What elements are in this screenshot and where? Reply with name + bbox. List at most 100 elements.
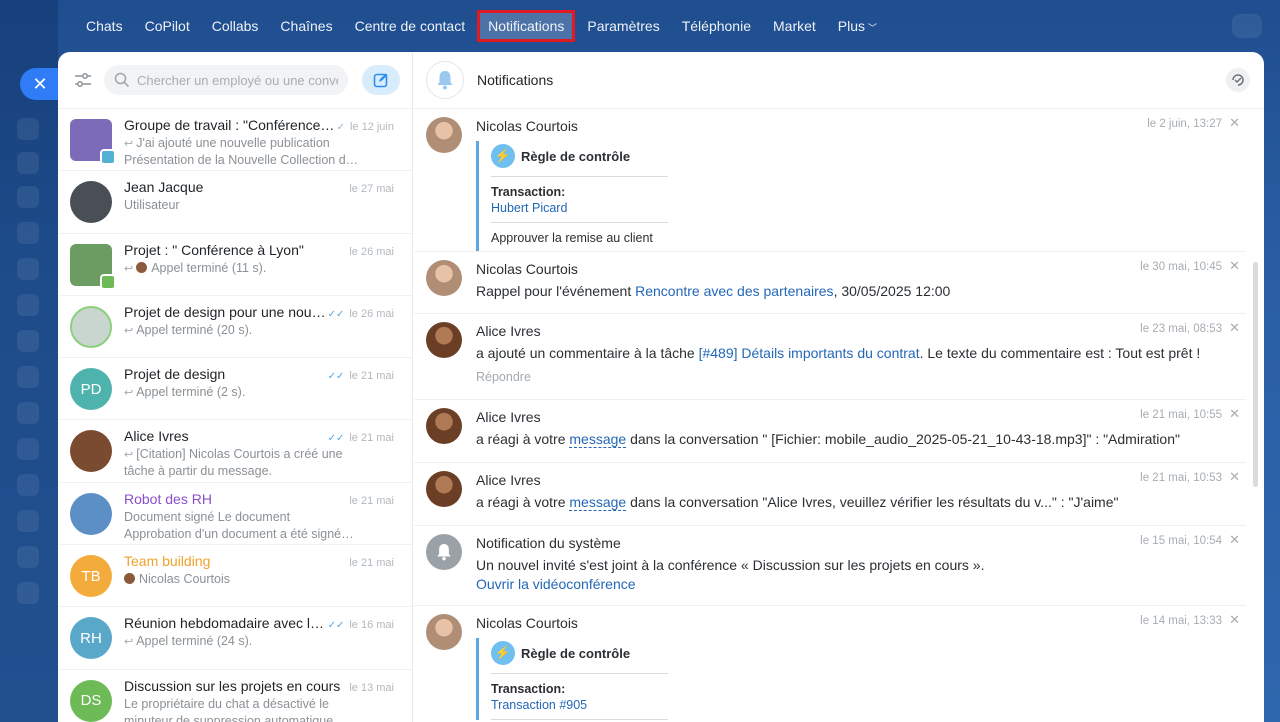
control-rule-block: ⚡ Règle de contrôle Transaction: Hubert Pic… — [476, 141, 668, 251]
dismiss-icon[interactable]: ✕ — [1229, 612, 1240, 628]
chat-name: Jean Jacque — [124, 179, 204, 196]
dismiss-icon[interactable]: ✕ — [1229, 258, 1240, 274]
rail-icon[interactable] — [17, 366, 39, 388]
chat-date: le 26 mai — [349, 307, 394, 320]
chat-name: Réunion hebdomadaire avec le… — [124, 615, 328, 632]
scrollbar[interactable] — [1253, 262, 1258, 487]
chat-date: le 26 mai — [349, 245, 394, 258]
notification-body: Alice Ivres a ajouté un commentaire à la … — [476, 322, 1246, 399]
notification-text: a réagi à votre message dans la conversa… — [476, 430, 1246, 448]
chat-list-item[interactable]: Projet : " Conférence à Lyon" le 26 mai ↩ A… — [58, 234, 412, 296]
notification-link[interactable]: message — [569, 494, 627, 511]
nav-market[interactable]: Market — [763, 13, 826, 39]
notifications-panel: Notifications Nicolas Courtois ⚡ Règle de … — [414, 52, 1264, 722]
reply-icon: ↩ — [124, 387, 134, 400]
read-all-button[interactable] — [1226, 68, 1250, 92]
filter-icon[interactable] — [72, 69, 94, 91]
chat-preview-text: Utilisateur — [124, 198, 180, 213]
chat-preview: ↩ Appel terminé (11 s). — [124, 261, 394, 275]
reply-link[interactable]: Répondre — [476, 370, 1246, 384]
chat-preview: ↩ Appel terminé (20 s). — [124, 323, 394, 337]
chat-preview: ↩ J'ai ajouté une nouvelle publication — [124, 136, 394, 150]
chat-preview-text: Nicolas Courtois — [139, 572, 231, 587]
text-suffix: , 30/05/2025 12:00 — [833, 283, 951, 299]
avatar-initials: DS — [80, 692, 102, 710]
block-title: Règle de contrôle — [521, 645, 631, 661]
notification-link[interactable]: Rencontre avec des partenaires — [635, 283, 833, 299]
dismiss-icon[interactable]: ✕ — [1229, 532, 1240, 548]
notification-body: Nicolas Courtois Rappel pour l'événement … — [476, 260, 1246, 313]
rail-icon[interactable] — [17, 330, 39, 352]
chat-list-item[interactable]: Projet de design pour une nou… ✓✓ le 26 ma… — [58, 296, 412, 359]
close-panel-button[interactable]: ✕ — [20, 68, 58, 100]
chat-preview-text: Appel terminé (24 s). — [136, 634, 253, 649]
chat-preview: Utilisateur — [124, 198, 394, 212]
avatar — [426, 117, 462, 153]
rail-icon[interactable] — [17, 118, 39, 140]
chat-list-item[interactable]: Robot des RH le 21 mai Document signé Le d… — [58, 483, 412, 546]
notification-item: Alice Ivres a réagi à votre message dans … — [414, 400, 1246, 463]
compose-button[interactable] — [362, 65, 400, 95]
rule-icon: ⚡ — [491, 641, 515, 665]
rail-icon[interactable] — [17, 186, 39, 208]
dismiss-icon[interactable]: ✕ — [1229, 320, 1240, 336]
chat-preview-text: Approbation d'un document a été signé… — [124, 526, 354, 541]
block-header: ⚡ Règle de contrôle — [491, 638, 668, 674]
chat-preview-text: Document signé Le document — [124, 509, 291, 524]
open-videoconference-link[interactable]: Ouvrir la vidéoconférence — [476, 575, 1246, 593]
text-suffix: dans la conversation "Alice Ivres, veuil… — [626, 494, 1119, 510]
nav-contact-center[interactable]: Centre de contact — [345, 13, 476, 39]
chat-list-item[interactable]: TB Team building le 21 mai Nicolas Courtois — [58, 545, 412, 608]
rail-icon[interactable] — [17, 510, 39, 532]
rail-icon[interactable] — [17, 582, 39, 604]
rail-icon[interactable] — [17, 258, 39, 280]
nav-collabs[interactable]: Collabs — [202, 13, 269, 39]
chat-list-item[interactable]: DS Discussion sur les projets en cours le … — [58, 670, 412, 722]
notification-link[interactable]: [#489] Détails importants du contrat — [699, 345, 920, 361]
nav-chats[interactable]: Chats — [76, 13, 133, 39]
notification-item: Alice Ivres a réagi à votre message dans … — [414, 463, 1246, 526]
nav-more[interactable]: Plus ﹀ — [828, 13, 887, 39]
avatar — [426, 471, 462, 507]
rail-icon[interactable] — [17, 474, 39, 496]
block-link[interactable]: Hubert Picard — [491, 201, 668, 223]
nav-copilot[interactable]: CoPilot — [135, 13, 200, 39]
notification-item: Alice Ivres a ajouté un commentaire à la … — [414, 314, 1246, 400]
rail-icon[interactable] — [17, 438, 39, 460]
chat-preview: tâche à partir du message. — [124, 464, 394, 478]
nav-settings[interactable]: Paramètres — [577, 13, 669, 39]
notification-date: le 21 mai, 10:53 — [1140, 472, 1222, 484]
rail-icon[interactable] — [17, 222, 39, 244]
search-input[interactable] — [137, 72, 338, 88]
block-link[interactable]: Transaction #905 — [491, 698, 668, 720]
chat-item-body: Projet de design ✓✓ le 21 mai ↩ Appel termin… — [124, 366, 394, 419]
search-box[interactable] — [104, 65, 348, 95]
chat-list-item[interactable]: Jean Jacque le 27 mai Utilisateur — [58, 171, 412, 234]
notification-date: le 23 mai, 08:53 — [1140, 323, 1222, 335]
nav-notifications[interactable]: Notifications — [477, 10, 576, 42]
chat-name: Alice Ivres — [124, 428, 189, 445]
dismiss-icon[interactable]: ✕ — [1229, 469, 1240, 485]
chat-list-item[interactable]: RH Réunion hebdomadaire avec le… ✓✓ le 16 m… — [58, 607, 412, 670]
chat-preview-text: minuteur de suppression automatique — [124, 713, 334, 722]
chat-list-item[interactable]: Groupe de travail : "Conférence… ✓ le 12 j… — [58, 109, 412, 172]
rail-icon[interactable] — [17, 294, 39, 316]
avatar-initials: RH — [80, 629, 102, 647]
chat-list-item[interactable]: Alice Ivres ✓✓ le 21 mai ↩ [Citation] Nicola… — [58, 420, 412, 483]
top-right-control[interactable] — [1232, 14, 1262, 38]
dismiss-icon[interactable]: ✕ — [1229, 115, 1240, 131]
avatar: RH — [70, 617, 112, 660]
rail-icon[interactable] — [17, 152, 39, 174]
nav-chaines[interactable]: Chaînes — [270, 13, 342, 39]
chat-list-item[interactable]: PD Projet de design ✓✓ le 21 mai ↩ Appel term… — [58, 358, 412, 421]
rail-icon[interactable] — [17, 402, 39, 424]
messenger-window: Groupe de travail : "Conférence…✓ le 12 j… — [58, 52, 1264, 722]
reply-icon: ↩ — [124, 262, 134, 275]
nav-telephony[interactable]: Téléphonie — [672, 13, 761, 39]
avatar — [70, 119, 116, 165]
left-rail — [0, 0, 58, 722]
dismiss-icon[interactable]: ✕ — [1229, 406, 1240, 422]
chat-item-header: Groupe de travail : "Conférence… ✓ le 12 j… — [124, 117, 394, 133]
rail-icon[interactable] — [17, 546, 39, 568]
notification-link[interactable]: message — [569, 431, 627, 448]
